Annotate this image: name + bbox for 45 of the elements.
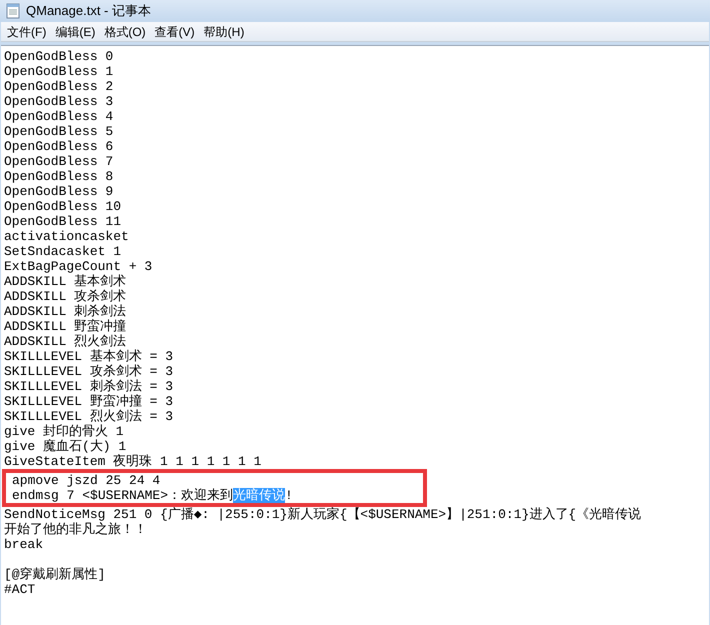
text-line: SetSndacasket 1 — [4, 244, 122, 259]
text-line: endmsg 7 <$USERNAME>：欢迎来到 — [12, 488, 234, 503]
text-line: OpenGodBless 4 — [4, 109, 114, 124]
text-line: [@穿戴刷新属性] — [4, 567, 106, 582]
notepad-icon — [6, 3, 20, 19]
text-line: OpenGodBless 11 — [4, 214, 122, 229]
menu-item[interactable]: 编辑(E) — [55, 22, 96, 40]
text-line: ! — [285, 488, 293, 503]
text-line: break — [4, 537, 44, 552]
text-line: activationcasket — [4, 229, 129, 244]
text-line: 开始了他的非凡之旅！！ — [4, 522, 147, 537]
text-line: ADDSKILL 刺杀剑法 — [4, 304, 126, 319]
text-line: apmove jszd 25 24 4 — [12, 473, 160, 488]
text-editor[interactable] — [1, 45, 709, 625]
text-line: give 封印的骨火 1 — [4, 424, 124, 439]
text-line: SKILLLEVEL 基本剑术 = 3 — [4, 349, 174, 364]
menu-item[interactable]: 帮助(H) — [204, 22, 244, 40]
text-line: OpenGodBless 7 — [4, 154, 114, 169]
text-line: OpenGodBless 2 — [4, 79, 114, 94]
text-line: ADDSKILL 基本剑术 — [4, 274, 126, 289]
text-line: OpenGodBless 5 — [4, 124, 114, 139]
text-line: SKILLLEVEL 烈火剑法 = 3 — [4, 409, 174, 424]
menu-item[interactable]: 文件(F) — [7, 22, 46, 40]
text-line: OpenGodBless 10 — [4, 199, 122, 214]
text-line: ADDSKILL 攻杀剑术 — [4, 289, 126, 304]
window-title: QManage.txt - 记事本 — [26, 2, 151, 20]
text-line: OpenGodBless 9 — [4, 184, 114, 199]
menu-item[interactable]: 格式(O) — [104, 22, 146, 40]
text-line: SendNoticeMsg 251 0 {广播◆: |255:0:1}新人玩家{【<$USERNAME>】|251:0:1}进入了{《光暗传说 — [4, 507, 642, 522]
text-line: give 魔血石(大) 1 — [4, 439, 126, 454]
text-line: ExtBagPageCount + 3 — [4, 259, 152, 274]
text-line: OpenGodBless 1 — [4, 64, 114, 79]
text-line: OpenGodBless 6 — [4, 139, 114, 154]
text-line: OpenGodBless 8 — [4, 169, 114, 184]
text-line: ADDSKILL 烈火剑法 — [4, 334, 126, 349]
selected-text: 光暗传说 — [233, 488, 286, 503]
text-line: SKILLLEVEL 攻杀剑术 = 3 — [4, 364, 174, 379]
text-line: GiveStateItem 夜明珠 1 1 1 1 1 1 1 — [4, 454, 262, 469]
text-line: OpenGodBless 0 — [4, 49, 114, 64]
text-line: OpenGodBless 3 — [4, 94, 114, 109]
text-line: SKILLLEVEL 刺杀剑法 = 3 — [4, 379, 174, 394]
text-line: #ACT — [4, 582, 36, 597]
text-line: SKILLLEVEL 野蛮冲撞 = 3 — [4, 394, 174, 409]
text-line: ADDSKILL 野蛮冲撞 — [4, 319, 126, 334]
menu-item[interactable]: 查看(V) — [154, 22, 195, 40]
